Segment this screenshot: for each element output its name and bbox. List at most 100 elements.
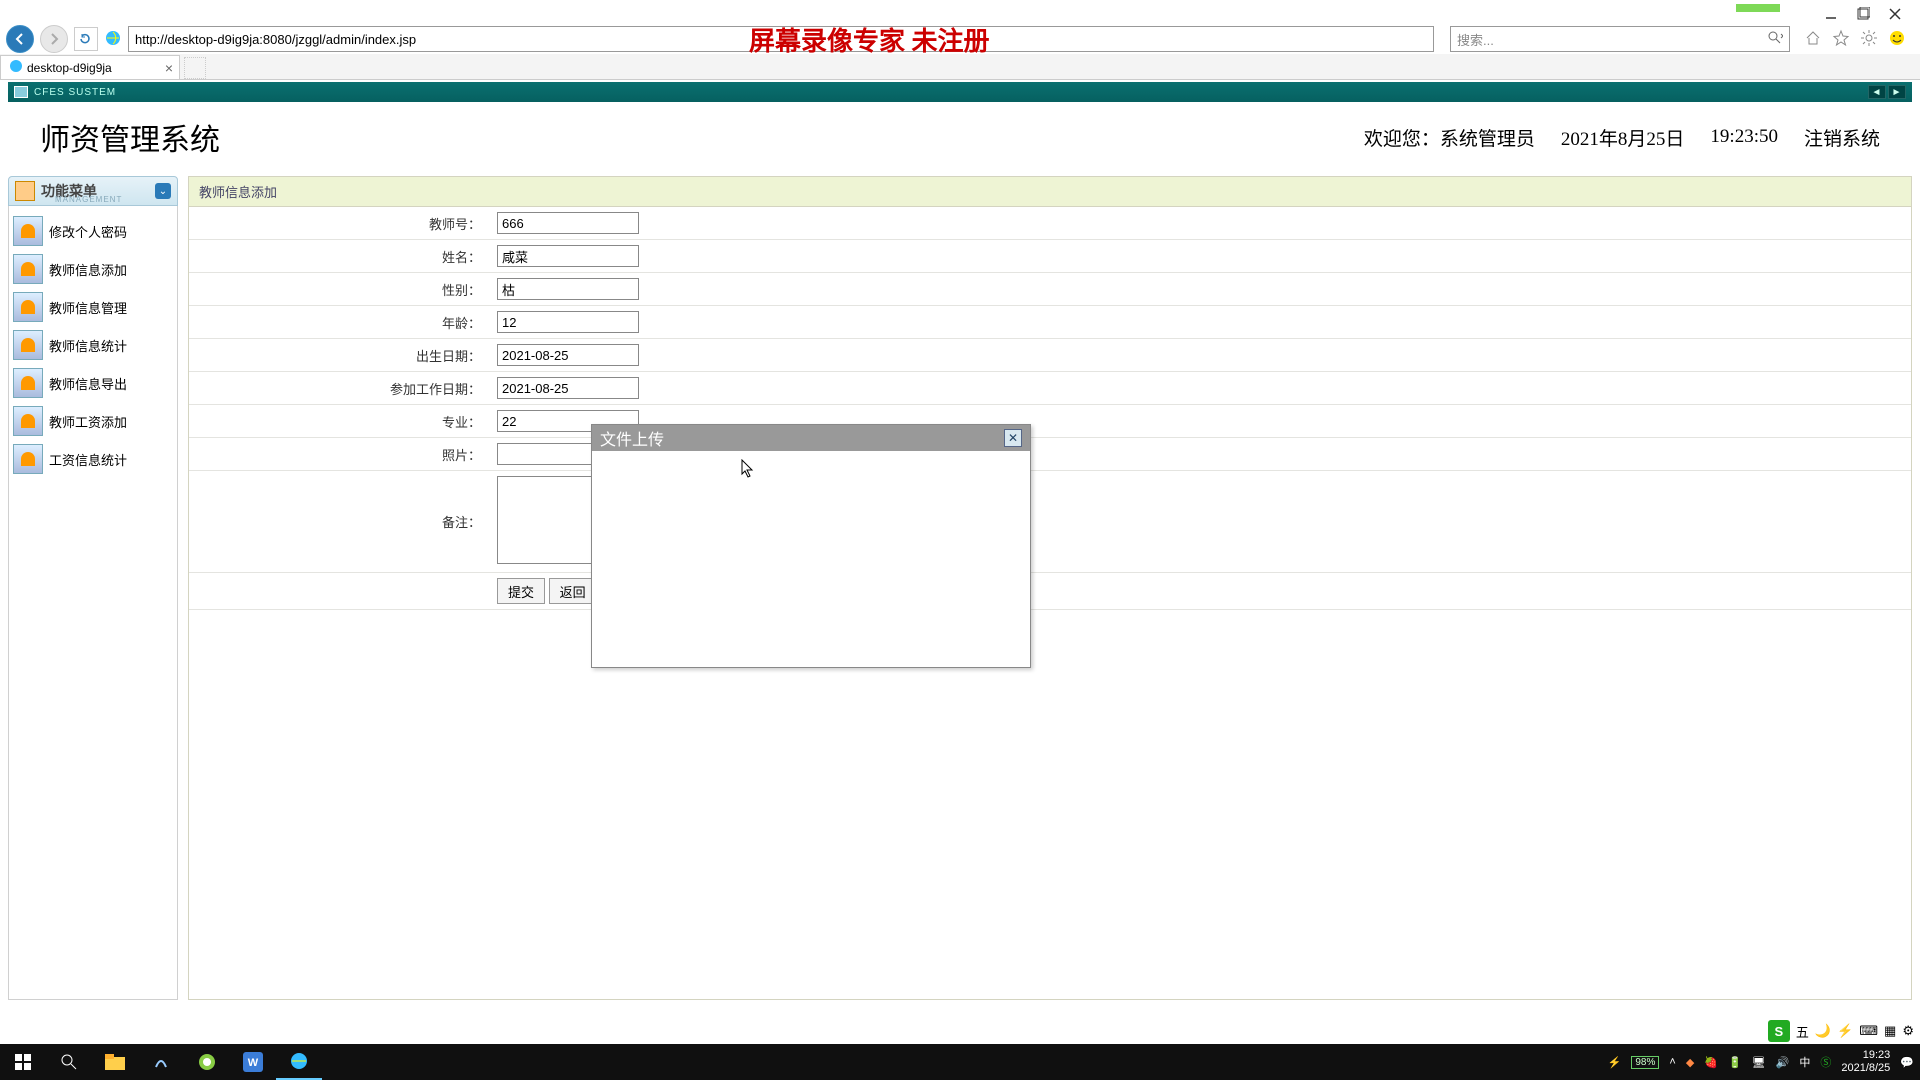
- browser-tab[interactable]: desktop-d9ig9ja ×: [0, 55, 180, 79]
- label-teacher-no: 教师号：: [189, 207, 489, 240]
- submit-button[interactable]: 提交: [497, 578, 545, 604]
- keyboard-icon[interactable]: ⌨: [1859, 1023, 1878, 1039]
- favorites-icon[interactable]: [1832, 29, 1850, 50]
- taskbar-app-1[interactable]: [138, 1044, 184, 1080]
- sidebar-item-label: 教师信息统计: [49, 336, 127, 355]
- notifications-icon[interactable]: 💬: [1900, 1056, 1914, 1069]
- tray-up-icon[interactable]: ˄: [1669, 1056, 1675, 1068]
- label-gender: 性别：: [189, 273, 489, 306]
- tab-favicon: [9, 59, 23, 76]
- ime-badge-icon[interactable]: S: [1768, 1020, 1790, 1042]
- sidebar-item-teacher-stats[interactable]: 教师信息统计: [9, 326, 177, 364]
- taskbar-search[interactable]: [46, 1044, 92, 1080]
- file-upload-dialog: 文件上传 ✕: [591, 424, 1031, 668]
- panel-title: 教师信息添加: [189, 177, 1911, 207]
- system-title: 师资管理系统: [40, 115, 220, 159]
- tray-icon-2[interactable]: 🍓: [1704, 1056, 1718, 1069]
- tray-ime-label[interactable]: 中: [1799, 1054, 1810, 1070]
- user-icon: [13, 292, 43, 322]
- ime-toolbar[interactable]: S 五 🌙 ⚡ ⌨ ▦ ⚙: [1768, 1020, 1914, 1042]
- tray-icon-3[interactable]: 🔋: [1728, 1056, 1742, 1069]
- tray-ime-icon[interactable]: Ⓢ: [1820, 1054, 1831, 1070]
- app-window-icon: [14, 86, 28, 98]
- back-button[interactable]: 返回: [549, 578, 597, 604]
- address-url: http://desktop-d9ig9ja:8080/jzggl/admin/…: [135, 32, 416, 47]
- taskbar-wps[interactable]: W: [230, 1044, 276, 1080]
- sidebar-item-teacher-export[interactable]: 教师信息导出: [9, 364, 177, 402]
- content-panel: 教师信息添加 教师号： 姓名： 性别： 年龄： 出生日期： 参加工作日期： 专业…: [188, 176, 1912, 1000]
- label-age: 年龄：: [189, 306, 489, 339]
- sidebar-item-teacher-manage[interactable]: 教师信息管理: [9, 288, 177, 326]
- emoji-icon[interactable]: [1888, 29, 1906, 50]
- logout-link[interactable]: 注销系统: [1804, 124, 1880, 151]
- page-header: 师资管理系统 欢迎您：系统管理员 2021年8月25日 19:23:50 注销系…: [8, 104, 1912, 170]
- sidebar-collapse-icon[interactable]: ⌄: [155, 183, 171, 199]
- close-button[interactable]: [1888, 7, 1902, 21]
- nav-forward-button[interactable]: [40, 25, 68, 53]
- sidebar-header-icon: [15, 181, 35, 201]
- label-name: 姓名：: [189, 240, 489, 273]
- sidebar-item-teacher-add[interactable]: 教师信息添加: [9, 250, 177, 288]
- app-nav-next[interactable]: ►: [1888, 85, 1906, 99]
- input-name[interactable]: [497, 245, 639, 267]
- browser-tabbar: desktop-d9ig9ja ×: [0, 54, 1920, 80]
- moon-icon[interactable]: 🌙: [1815, 1023, 1831, 1039]
- input-teacher-no[interactable]: [497, 212, 639, 234]
- user-icon: [13, 368, 43, 398]
- sidebar-item-label: 教师信息管理: [49, 298, 127, 317]
- sidebar: 功能菜单 MANAGEMENT ⌄ 修改个人密码 教师信息添加 教师信息管理 教…: [8, 176, 178, 1000]
- browser-toolbar: http://desktop-d9ig9ja:8080/jzggl/admin/…: [0, 24, 1920, 54]
- input-workdate[interactable]: [497, 377, 639, 399]
- search-icon[interactable]: [1767, 30, 1783, 49]
- minimize-button[interactable]: [1824, 7, 1838, 21]
- search-placeholder: 搜索...: [1457, 30, 1494, 49]
- sidebar-subtitle: MANAGEMENT: [55, 195, 122, 204]
- settings-icon[interactable]: [1860, 29, 1878, 50]
- taskbar-clock[interactable]: 19:23 2021/8/25: [1841, 1049, 1890, 1075]
- refresh-dropdown[interactable]: [74, 27, 98, 51]
- home-icon[interactable]: [1804, 29, 1822, 50]
- start-button[interactable]: [0, 1044, 46, 1080]
- sidebar-item-salary-add[interactable]: 教师工资添加: [9, 402, 177, 440]
- lightning-icon[interactable]: ⚡: [1837, 1023, 1853, 1039]
- bolt-icon[interactable]: ⚡: [1608, 1056, 1622, 1069]
- clock-date: 2021/8/25: [1841, 1062, 1890, 1075]
- nav-back-button[interactable]: [6, 25, 34, 53]
- grid-icon[interactable]: ▦: [1884, 1023, 1896, 1039]
- new-tab-button[interactable]: [184, 57, 206, 79]
- dialog-close-button[interactable]: ✕: [1004, 429, 1022, 447]
- tray-network-icon[interactable]: 🖥: [1752, 1056, 1766, 1069]
- dialog-title: 文件上传: [600, 426, 664, 450]
- tray-volume-icon[interactable]: 🔊: [1776, 1056, 1790, 1069]
- address-bar[interactable]: http://desktop-d9ig9ja:8080/jzggl/admin/…: [128, 26, 1434, 52]
- mouse-cursor-icon: [741, 459, 755, 479]
- label-birth: 出生日期：: [189, 339, 489, 372]
- sidebar-item-salary-stats[interactable]: 工资信息统计: [9, 440, 177, 478]
- maximize-button[interactable]: [1856, 7, 1870, 21]
- tab-title: desktop-d9ig9ja: [27, 61, 112, 75]
- tab-close-icon[interactable]: ×: [165, 60, 173, 76]
- sidebar-item-change-password[interactable]: 修改个人密码: [9, 212, 177, 250]
- tray-icon-1[interactable]: ◆: [1686, 1056, 1694, 1069]
- taskbar-ie-active[interactable]: [276, 1044, 322, 1080]
- battery-indicator[interactable]: 98%: [1631, 1056, 1659, 1069]
- user-icon: [13, 406, 43, 436]
- browser-search-box[interactable]: 搜索...: [1450, 26, 1790, 52]
- input-age[interactable]: [497, 311, 639, 333]
- taskbar: W ⚡ 98% ˄ ◆ 🍓 🔋 🖥 🔊 中 Ⓢ 19:23 2021/8/25 …: [0, 1044, 1920, 1080]
- window-accent-bar: [1736, 4, 1780, 12]
- header-date: 2021年8月25日: [1561, 124, 1685, 151]
- app-nav-prev[interactable]: ◄: [1868, 85, 1886, 99]
- taskbar-explorer[interactable]: [92, 1044, 138, 1080]
- sidebar-item-label: 修改个人密码: [49, 222, 127, 241]
- welcome-text: 欢迎您：系统管理员: [1364, 124, 1535, 151]
- sidebar-item-label: 教师工资添加: [49, 412, 127, 431]
- app-titlebar: CFES SUSTEM ◄ ►: [8, 82, 1912, 102]
- settings-icon[interactable]: ⚙: [1902, 1023, 1914, 1039]
- ime-mode-label[interactable]: 五: [1796, 1022, 1809, 1041]
- taskbar-app-2[interactable]: [184, 1044, 230, 1080]
- user-icon: [13, 444, 43, 474]
- input-gender[interactable]: [497, 278, 639, 300]
- input-birth[interactable]: [497, 344, 639, 366]
- user-icon: [13, 330, 43, 360]
